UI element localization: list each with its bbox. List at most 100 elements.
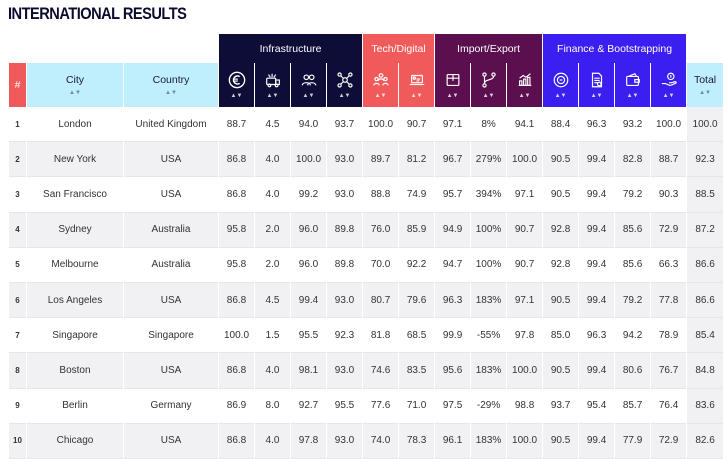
sort-icon[interactable]: ▲▼ bbox=[627, 93, 639, 99]
metric-cell: 85.6 bbox=[615, 212, 651, 248]
metric-cell: -29% bbox=[471, 388, 507, 424]
metric-cell: 88.7 bbox=[651, 142, 687, 178]
column-header-document[interactable]: ▲▼ bbox=[579, 63, 615, 107]
metric-cell: 95.8 bbox=[219, 212, 254, 248]
country-header-label: Country bbox=[152, 74, 190, 86]
metric-cell: 93.0 bbox=[327, 423, 363, 459]
column-header-people[interactable]: ▲▼ bbox=[291, 63, 326, 107]
metric-cell: 2.0 bbox=[255, 247, 290, 283]
table-row[interactable]: 3 San Francisco USA 86.8 4.0 99.2 93.0 88.8 74.9… bbox=[9, 177, 724, 213]
rank-cell: 4 bbox=[9, 212, 26, 248]
column-header-euro[interactable]: ▲▼ bbox=[219, 63, 254, 107]
column-header-laptop[interactable]: ▲▼ bbox=[399, 63, 435, 107]
city-cell: Boston bbox=[27, 353, 123, 389]
rank-cell: 10 bbox=[9, 423, 26, 459]
group-finance-bootstrapping: Finance & Bootstrapping bbox=[543, 34, 687, 63]
table-row[interactable]: 1 London United Kingdom 88.7 4.5 94.0 93.7 100.… bbox=[9, 107, 724, 143]
column-header-total[interactable]: Total ▲▼ bbox=[687, 63, 724, 107]
metric-cell: 89.7 bbox=[363, 142, 399, 178]
table-row[interactable]: 10 Chicago USA 86.8 4.0 97.8 93.0 74.0 78.3 96.1 1… bbox=[9, 423, 724, 459]
hand-money-icon bbox=[661, 72, 677, 86]
sort-icon[interactable]: ▲▼ bbox=[483, 93, 495, 99]
column-header-team[interactable]: ▲▼ bbox=[363, 63, 399, 107]
sort-icon[interactable]: ▲▼ bbox=[339, 93, 351, 99]
metric-cell: 94.2 bbox=[615, 318, 651, 354]
sort-icon[interactable]: ▲▼ bbox=[69, 90, 81, 96]
column-header-package[interactable]: ▲▼ bbox=[435, 63, 471, 107]
metric-cell: 2.0 bbox=[255, 212, 290, 248]
column-header-route[interactable]: ▲▼ bbox=[471, 63, 507, 107]
column-header-city[interactable]: City ▲▼ bbox=[27, 63, 123, 107]
metric-cell: 93.7 bbox=[543, 388, 579, 424]
sort-icon[interactable]: ▲▼ bbox=[411, 93, 423, 99]
country-cell: Australia bbox=[124, 212, 218, 248]
column-header-growth[interactable]: ▲▼ bbox=[507, 63, 543, 107]
coin-icon bbox=[553, 72, 568, 88]
metric-cell: 94.7 bbox=[435, 247, 471, 283]
column-header-network[interactable]: ▲▼ bbox=[327, 63, 363, 107]
laptop-icon bbox=[409, 74, 424, 86]
total-header-label: Total bbox=[693, 74, 717, 86]
sort-icon[interactable]: ▲▼ bbox=[231, 93, 243, 99]
table-row[interactable]: 6 Los Angeles USA 86.8 4.5 99.4 93.0 80.7 79.6 96… bbox=[9, 282, 724, 319]
sort-icon[interactable]: ▲▼ bbox=[447, 93, 459, 99]
sort-icon[interactable]: ▲▼ bbox=[375, 93, 387, 99]
metric-cell: 100.0 bbox=[363, 107, 399, 143]
sort-icon[interactable]: ▲▼ bbox=[267, 93, 279, 99]
metric-cell: 99.4 bbox=[579, 423, 615, 459]
metric-cell: 394% bbox=[471, 177, 507, 213]
euro-icon bbox=[228, 71, 245, 89]
metric-cell: 80.6 bbox=[615, 353, 651, 389]
metric-cell: 95.5 bbox=[291, 318, 326, 354]
column-header-transport[interactable]: ▲▼ bbox=[255, 63, 290, 107]
sort-icon[interactable]: ▲▼ bbox=[663, 93, 675, 99]
table-row[interactable]: 2 New York USA 86.8 4.0 100.0 93.0 89.7 81.2 96.7… bbox=[9, 142, 724, 178]
city-cell: Berlin bbox=[27, 388, 123, 424]
group-header-row: Infrastructure Tech/Digital Import/Expor… bbox=[9, 34, 723, 63]
city-cell: Sydney bbox=[27, 212, 123, 248]
metric-cell: 92.7 bbox=[291, 388, 326, 424]
wallet-icon bbox=[625, 72, 640, 86]
metric-cell: 93.0 bbox=[327, 353, 363, 389]
sort-icon[interactable]: ▲▼ bbox=[555, 93, 567, 99]
rank-cell: 2 bbox=[9, 142, 26, 178]
city-cell: New York bbox=[27, 142, 123, 178]
country-cell: Singapore bbox=[124, 318, 218, 354]
column-header-wallet[interactable]: ▲▼ bbox=[615, 63, 651, 107]
sort-icon[interactable]: ▲▼ bbox=[519, 93, 531, 99]
metric-cell: 8% bbox=[471, 107, 507, 143]
metric-cell: 99.4 bbox=[579, 142, 615, 178]
table-row[interactable]: 4 Sydney Australia 95.8 2.0 96.0 89.8 76.0 85.9 9… bbox=[9, 212, 724, 248]
table-row[interactable]: 5 Melbourne Australia 95.8 2.0 96.0 89.8 70.0 92… bbox=[9, 247, 724, 283]
metric-cell: 79.2 bbox=[615, 282, 651, 319]
metric-cell: 99.4 bbox=[291, 282, 326, 319]
metric-cell: 4.0 bbox=[255, 353, 290, 389]
metric-cell: 88.8 bbox=[363, 177, 399, 213]
metric-cell: 100% bbox=[471, 247, 507, 283]
document-icon bbox=[591, 72, 602, 88]
metric-cell: 96.0 bbox=[291, 247, 326, 283]
table-row[interactable]: 8 Boston USA 86.8 4.0 98.1 93.0 74.6 83.5 95.6 183… bbox=[9, 353, 724, 389]
rank-cell: 1 bbox=[9, 107, 26, 143]
results-body: 1 London United Kingdom 88.7 4.5 94.0 93.7 100.… bbox=[9, 107, 724, 459]
metric-cell: 100.0 bbox=[507, 423, 543, 459]
metric-cell: 96.3 bbox=[579, 107, 615, 143]
sort-icon[interactable]: ▲▼ bbox=[165, 90, 177, 96]
column-header-hand-money[interactable]: ▲▼ bbox=[651, 63, 687, 107]
total-cell: 100.0 bbox=[687, 107, 724, 143]
metric-cell: 100.0 bbox=[219, 318, 254, 354]
metric-cell: 97.8 bbox=[291, 423, 326, 459]
metric-cell: 85.9 bbox=[399, 212, 435, 248]
sort-icon[interactable]: ▲▼ bbox=[591, 93, 603, 99]
table-row[interactable]: 7 Singapore Singapore 100.0 1.5 95.5 92.3 81.8 6… bbox=[9, 318, 724, 354]
sort-icon[interactable]: ▲▼ bbox=[699, 90, 711, 96]
column-header-country[interactable]: Country ▲▼ bbox=[124, 63, 218, 107]
column-header-coin[interactable]: ▲▼ bbox=[543, 63, 579, 107]
group-import-export: Import/Export bbox=[435, 34, 543, 63]
metric-cell: 79.2 bbox=[615, 177, 651, 213]
column-header-rank[interactable]: # bbox=[9, 63, 26, 107]
table-row[interactable]: 9 Berlin Germany 86.9 8.0 92.7 95.5 77.6 71.0 97.… bbox=[9, 388, 724, 424]
sort-icon[interactable]: ▲▼ bbox=[303, 93, 315, 99]
total-cell: 88.5 bbox=[687, 177, 724, 213]
group-tech-digital: Tech/Digital bbox=[363, 34, 435, 63]
